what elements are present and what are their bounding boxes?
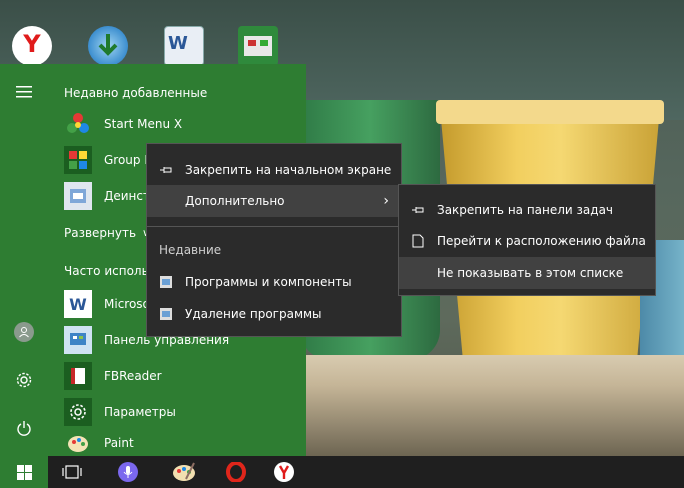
yandex-app-button[interactable] bbox=[260, 456, 308, 488]
app-label: FBReader bbox=[104, 369, 162, 383]
hamburger-menu-icon[interactable] bbox=[8, 78, 40, 106]
windows-logo-icon bbox=[16, 464, 32, 480]
fbreader-icon bbox=[64, 362, 92, 390]
start-rail bbox=[0, 64, 48, 456]
gear-icon bbox=[16, 372, 32, 388]
app-label: Paint bbox=[104, 436, 134, 450]
recent-programs-features-item[interactable]: Программы и компоненты bbox=[147, 266, 401, 298]
expand-label: Развернуть bbox=[64, 226, 137, 240]
context-divider bbox=[147, 226, 401, 227]
hide-from-list-item[interactable]: Не показывать в этом списке bbox=[399, 257, 655, 289]
app-paint[interactable]: Paint bbox=[64, 430, 304, 456]
pin-icon bbox=[159, 165, 173, 175]
user-account-button[interactable] bbox=[8, 318, 40, 346]
recent-uninstall-program-item[interactable]: Удаление программы bbox=[147, 298, 401, 330]
recent-item-label: Программы и компоненты bbox=[185, 275, 352, 289]
uninstall-program-icon bbox=[159, 307, 173, 321]
start-menu-x-icon bbox=[64, 110, 92, 138]
pin-to-start-label: Закрепить на начальном экране bbox=[185, 163, 392, 177]
chevron-right-icon: › bbox=[383, 193, 389, 209]
pin-to-start-item[interactable]: Закрепить на начальном экране bbox=[147, 154, 401, 186]
submenu: Закрепить на панели задач Перейти к расп… bbox=[398, 184, 656, 296]
app-label: Microso bbox=[104, 297, 150, 311]
user-avatar-icon bbox=[14, 322, 34, 342]
programs-features-icon bbox=[159, 275, 173, 289]
word-icon: W bbox=[64, 290, 92, 318]
open-file-location-label: Перейти к расположению файла bbox=[437, 234, 646, 248]
uninstall-icon bbox=[64, 182, 92, 210]
pin-to-taskbar-item[interactable]: Закрепить на панели задач bbox=[399, 194, 655, 226]
context-menu: Закрепить на начальном экране Дополнител… bbox=[146, 143, 402, 337]
recent-item-label: Удаление программы bbox=[185, 307, 322, 321]
expand-button[interactable]: Развернуть ∨ bbox=[64, 226, 149, 240]
opera-logo-icon bbox=[226, 462, 246, 482]
settings-gear-button[interactable] bbox=[8, 366, 40, 394]
circuit-board-icon[interactable] bbox=[238, 26, 278, 66]
recently-added-title: Недавно добавленные bbox=[64, 86, 208, 100]
app-start-menu-x[interactable]: Start Menu X bbox=[64, 108, 304, 140]
app-fbreader[interactable]: FBReader bbox=[64, 360, 304, 392]
cortana-mic-button[interactable] bbox=[104, 456, 152, 488]
task-view-button[interactable] bbox=[48, 456, 96, 488]
yandex-browser-icon[interactable] bbox=[12, 26, 52, 66]
hide-from-list-label: Не показывать в этом списке bbox=[437, 266, 624, 280]
more-item[interactable]: Дополнительно › bbox=[147, 185, 401, 217]
control-panel-icon bbox=[64, 326, 92, 354]
yandex-logo-icon bbox=[274, 462, 294, 482]
paint-icon bbox=[64, 430, 92, 456]
settings-gear-icon bbox=[64, 398, 92, 426]
power-button[interactable] bbox=[8, 414, 40, 442]
group-grid-icon bbox=[64, 146, 92, 174]
app-label: Start Menu X bbox=[104, 117, 183, 131]
microphone-icon bbox=[118, 462, 138, 482]
word-document-icon[interactable] bbox=[164, 26, 204, 66]
file-icon bbox=[411, 234, 425, 248]
paint-app-button[interactable] bbox=[160, 456, 208, 488]
task-view-icon bbox=[62, 465, 82, 479]
pin-to-taskbar-label: Закрепить на панели задач bbox=[437, 203, 614, 217]
paint-palette-icon bbox=[173, 462, 195, 481]
pin-icon bbox=[411, 205, 425, 215]
download-icon[interactable] bbox=[88, 26, 128, 66]
more-label: Дополнительно bbox=[185, 194, 285, 208]
start-button[interactable] bbox=[0, 456, 48, 488]
open-file-location-item[interactable]: Перейти к расположению файла bbox=[399, 225, 655, 257]
app-settings[interactable]: Параметры bbox=[64, 396, 304, 428]
wallpaper-shelf bbox=[300, 355, 684, 456]
wallpaper-yellow-pot-rim bbox=[436, 100, 664, 124]
app-label: Параметры bbox=[104, 405, 176, 419]
power-icon bbox=[17, 421, 31, 436]
recent-heading: Недавние bbox=[159, 243, 222, 257]
opera-app-button[interactable] bbox=[212, 456, 260, 488]
taskbar bbox=[0, 456, 684, 488]
